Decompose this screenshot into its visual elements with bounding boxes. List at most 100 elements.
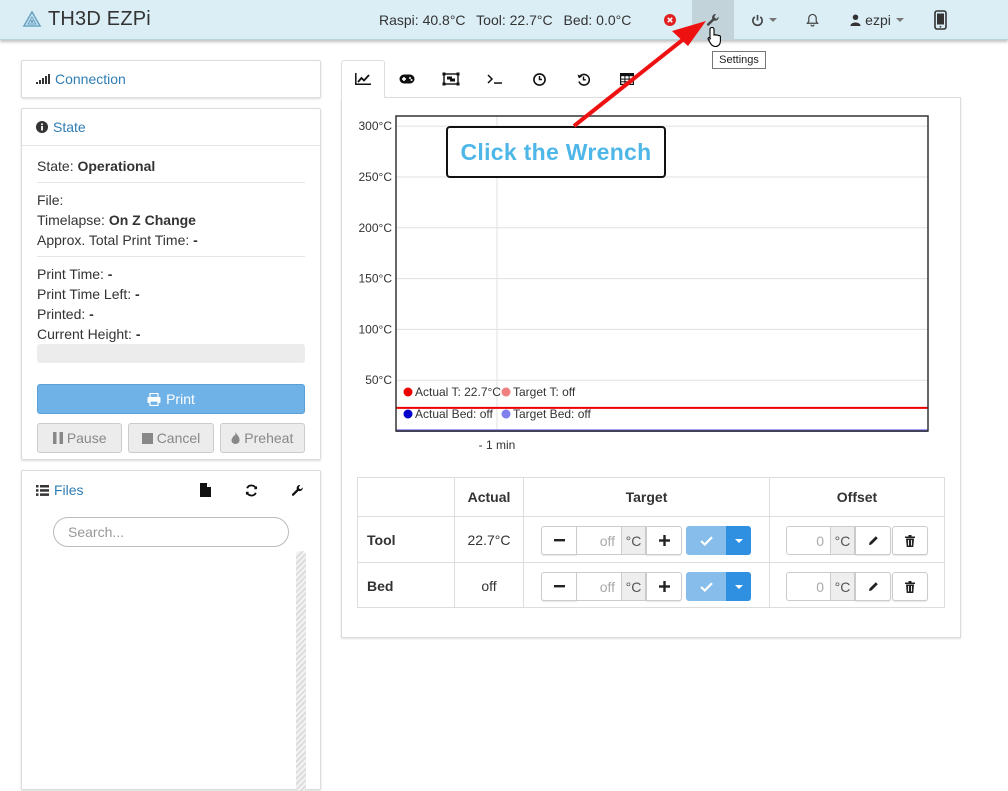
logo-icon — [22, 9, 42, 27]
set-target-button[interactable] — [686, 526, 726, 555]
offset-input[interactable]: 0 — [786, 572, 830, 601]
main-tabs — [341, 60, 649, 98]
row-actual: 22.7°C — [454, 517, 523, 562]
notifications-button[interactable] — [800, 0, 824, 40]
print-time-left-line: Print Time Left: - — [37, 286, 140, 302]
target-unit: °C — [621, 572, 646, 601]
target-input[interactable]: off — [577, 526, 621, 555]
files-panel: Files Search... — [21, 470, 321, 791]
power-icon — [752, 14, 763, 26]
brand-name: TH3D EZPi — [48, 8, 151, 30]
offset-unit: °C — [830, 526, 855, 555]
decrease-target-button[interactable] — [541, 572, 577, 601]
decrease-target-button[interactable] — [541, 526, 577, 555]
stop-icon — [141, 432, 153, 444]
target-presets-dropdown[interactable] — [726, 572, 751, 601]
fire-icon — [231, 432, 240, 444]
row-name: Bed — [367, 577, 394, 594]
file-line: File: — [37, 192, 64, 208]
state-header[interactable]: State — [22, 109, 320, 146]
files-scrollbar[interactable] — [296, 551, 306, 791]
user-icon — [850, 14, 861, 26]
state-line: State: Operational — [37, 158, 156, 174]
mobile-view-button[interactable] — [926, 0, 954, 40]
row-actual: off — [454, 563, 523, 608]
trash-icon — [905, 534, 915, 547]
connection-panel: Connection — [21, 60, 321, 98]
target-input[interactable]: off — [577, 572, 621, 601]
edit-offset-button[interactable] — [855, 572, 891, 601]
pause-button[interactable]: Pause — [37, 423, 123, 453]
print-time-line: Print Time: - — [37, 266, 113, 282]
pointer-cursor-icon — [707, 26, 721, 48]
table-icon — [620, 73, 634, 85]
state-value: Operational — [77, 158, 156, 174]
header-target: Target — [523, 478, 769, 516]
refresh-files-button[interactable] — [228, 471, 274, 509]
preheat-button[interactable]: Preheat — [219, 423, 305, 453]
increase-target-button[interactable] — [646, 572, 682, 601]
temperature-tab[interactable] — [341, 60, 385, 98]
table-tab[interactable] — [605, 60, 649, 98]
pencil-icon — [868, 536, 878, 545]
timelapse-tab[interactable] — [517, 60, 561, 98]
print-button[interactable]: Print — [37, 384, 305, 414]
files-search-input[interactable]: Search... — [53, 517, 289, 547]
refresh-icon — [245, 484, 257, 496]
approx-print-time-line: Approx. Total Print Time: - — [37, 232, 198, 248]
terminal-tab[interactable] — [473, 60, 517, 98]
bell-icon — [805, 13, 819, 27]
edit-offset-button[interactable] — [855, 526, 891, 555]
delete-offset-button[interactable] — [892, 572, 928, 601]
signal-icon — [36, 74, 50, 84]
minus-icon — [553, 585, 565, 588]
temperature-table: Actual Target Offset Tool 22.7°C off °C … — [357, 477, 945, 608]
power-menu-button[interactable] — [744, 0, 784, 40]
state-panel: State State: Operational File: Timelapse… — [21, 108, 321, 460]
history-icon — [577, 73, 590, 86]
row-name: Tool — [367, 531, 396, 548]
bed-temp: Bed: 0.0°C — [563, 12, 632, 28]
chevron-down-icon — [769, 18, 777, 22]
cancel-button[interactable]: Cancel — [128, 423, 214, 453]
control-tab[interactable] — [385, 60, 429, 98]
check-icon — [699, 535, 713, 546]
connection-header[interactable]: Connection — [22, 61, 320, 97]
offset-input[interactable]: 0 — [786, 526, 830, 555]
delete-offset-button[interactable] — [892, 526, 928, 555]
connection-title: Connection — [55, 71, 126, 87]
wrench-icon — [291, 484, 303, 496]
history-tab[interactable] — [561, 60, 605, 98]
error-icon[interactable] — [660, 0, 680, 40]
table-header-row: Actual Target Offset — [358, 478, 944, 516]
terminal-icon — [487, 74, 502, 84]
check-icon — [699, 581, 713, 592]
print-label: Print — [166, 391, 195, 407]
brand[interactable]: TH3D EZPi — [22, 8, 151, 31]
files-settings-button[interactable] — [274, 471, 320, 509]
info-icon — [36, 121, 48, 133]
pause-icon — [52, 432, 63, 444]
files-title: Files — [54, 482, 84, 498]
table-row: Tool 22.7°C off °C 0 °C — [358, 516, 944, 562]
table-row: Bed off off °C 0 °C — [358, 562, 944, 608]
tool-temp: Tool: 22.7°C — [476, 12, 553, 28]
header-actual: Actual — [454, 478, 523, 516]
set-target-button[interactable] — [686, 572, 726, 601]
timelapse-value: On Z Change — [108, 212, 196, 228]
target-presets-dropdown[interactable] — [726, 526, 751, 555]
user-name: ezpi — [865, 12, 891, 28]
wrench-icon — [706, 14, 719, 26]
line-chart-icon — [355, 73, 371, 85]
trash-icon — [905, 580, 915, 593]
gcode-viewer-tab[interactable] — [429, 60, 473, 98]
list-icon — [36, 484, 49, 496]
user-menu-button[interactable]: ezpi — [842, 0, 912, 40]
upload-file-button[interactable] — [182, 471, 228, 509]
printer-icon — [147, 392, 161, 406]
gamepad-icon — [399, 74, 415, 84]
increase-target-button[interactable] — [646, 526, 682, 555]
header-offset: Offset — [769, 478, 944, 516]
navbar: TH3D EZPi Raspi: 40.8°C Tool: 22.7°C Bed… — [0, 0, 1008, 40]
object-group-icon — [442, 72, 460, 86]
